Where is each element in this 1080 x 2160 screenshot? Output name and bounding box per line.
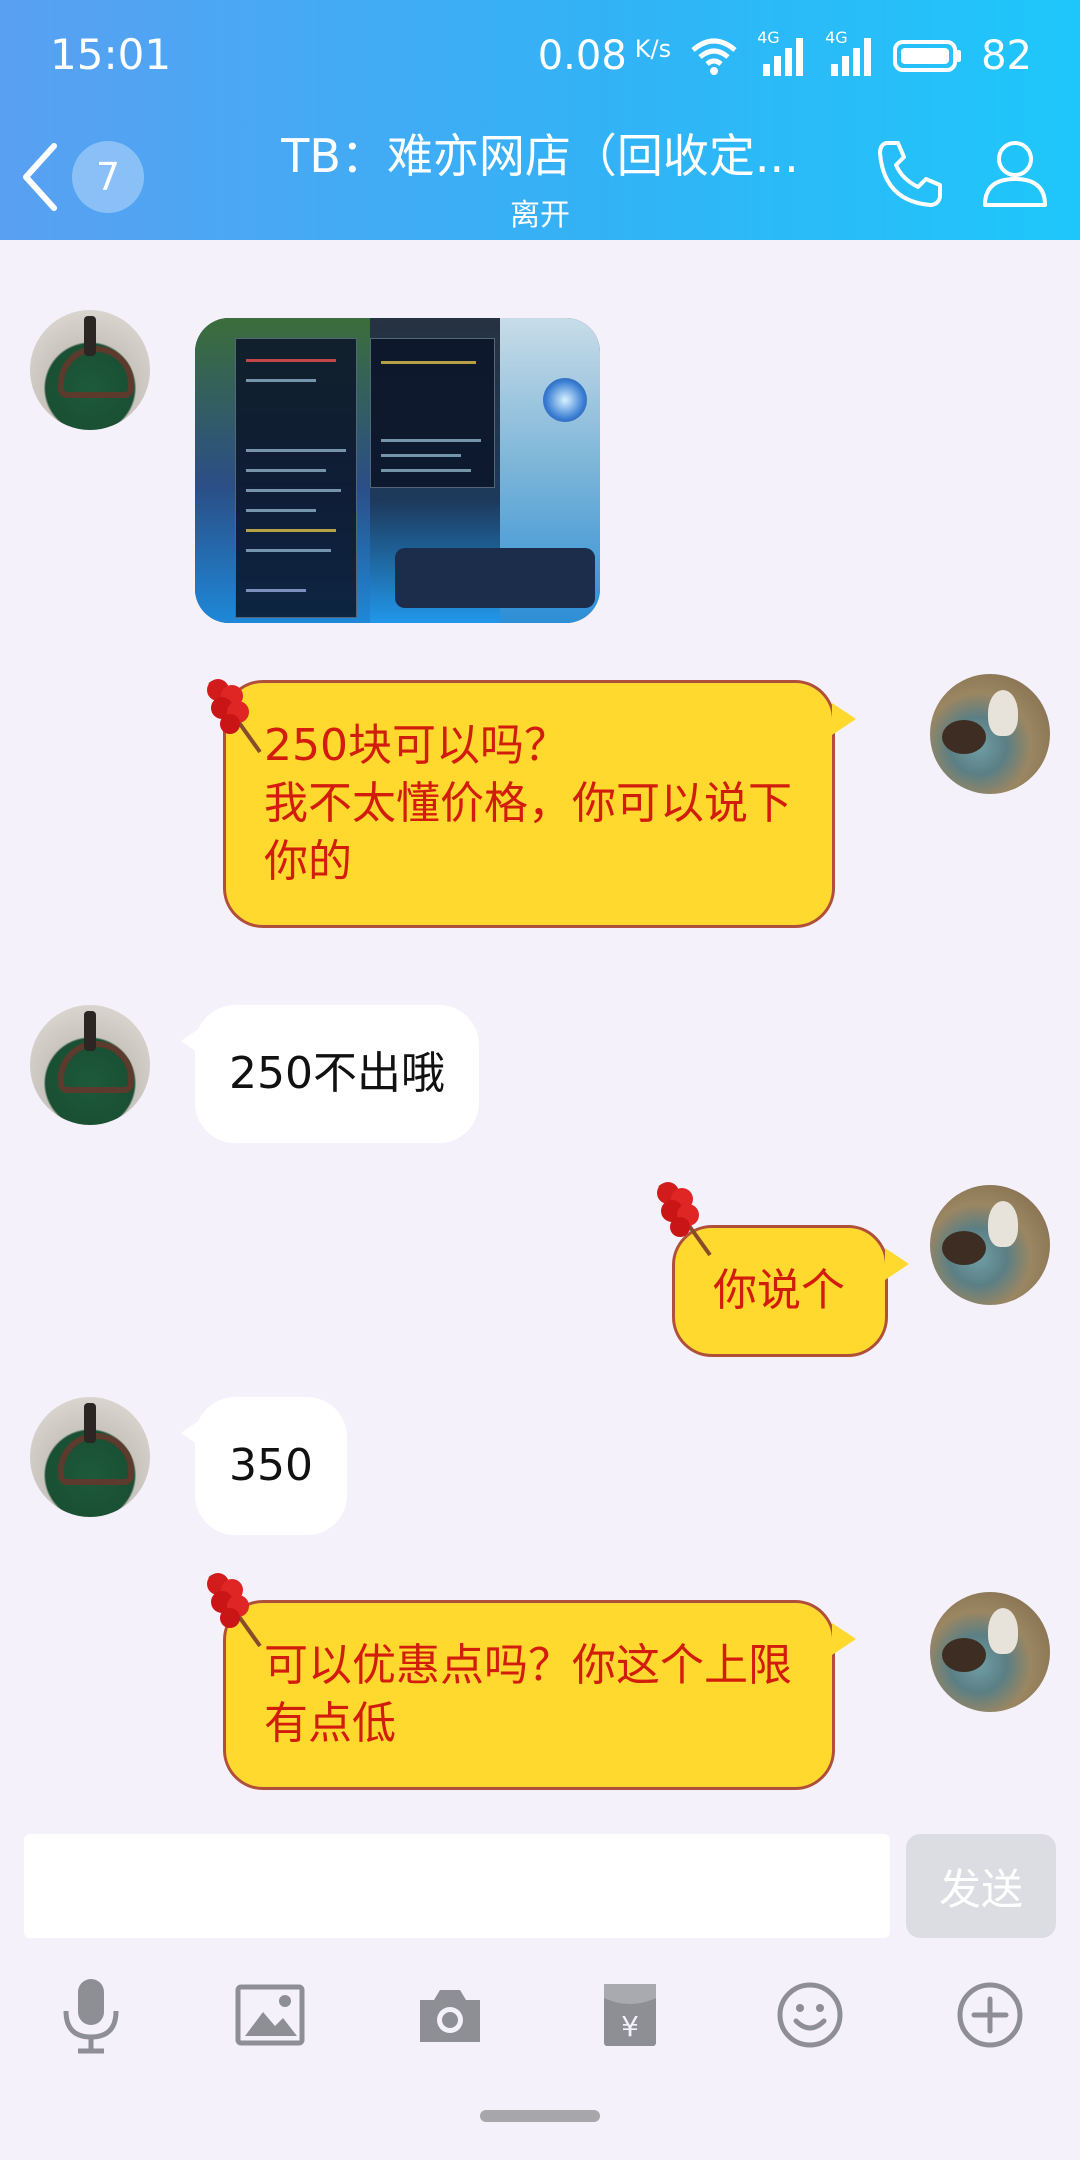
- message-list[interactable]: 250块可以吗？ 我不太懂价格，你可以说下 你的 250不出哦 你说个 350 …: [0, 240, 1080, 1810]
- chat-nav-bar: 7 TB：难亦网店（回收定... 离开: [0, 110, 1080, 240]
- image-picker-button[interactable]: [215, 1960, 325, 2070]
- image-message[interactable]: [195, 318, 600, 623]
- avatar[interactable]: [930, 1185, 1050, 1305]
- my-message-bubble[interactable]: 可以优惠点吗？你这个上限 有点低: [223, 1600, 856, 1790]
- chat-title-block[interactable]: TB：难亦网店（回收定... 离开: [270, 120, 810, 234]
- avatar[interactable]: [30, 1397, 150, 1517]
- input-toolbar: ¥: [0, 1960, 1080, 2070]
- candied-haws-icon: [207, 1573, 262, 1648]
- input-area: 发送 ¥: [0, 1810, 1080, 2160]
- battery-icon: [893, 40, 962, 72]
- profile-button[interactable]: [970, 128, 1060, 218]
- more-button[interactable]: [935, 1960, 1045, 2070]
- presence-status: 离开: [510, 198, 570, 233]
- emoji-button[interactable]: [755, 1960, 865, 2070]
- chat-title: TB：难亦网店（回收定...: [281, 129, 799, 183]
- user-icon: [983, 141, 1047, 207]
- my-message-bubble[interactable]: 250块可以吗？ 我不太懂价格，你可以说下 你的: [223, 680, 856, 928]
- signal-icon-1: 4G: [757, 28, 807, 78]
- wifi-icon: [691, 38, 737, 75]
- message-row: 350: [0, 1397, 1080, 1537]
- message-row: 你说个: [0, 1182, 1080, 1357]
- message-row: 250块可以吗？ 我不太懂价格，你可以说下 你的: [0, 674, 1080, 940]
- network-speed: 0.08 K/s: [538, 33, 671, 79]
- peer-message-bubble[interactable]: 250不出哦: [181, 1005, 479, 1143]
- message-text: 可以优惠点吗？你这个上限 有点低: [264, 1640, 792, 1749]
- red-packet-button[interactable]: ¥: [575, 1960, 685, 2070]
- unread-badge: 7: [72, 141, 144, 213]
- send-button[interactable]: 发送: [906, 1834, 1056, 1938]
- message-input[interactable]: [24, 1834, 890, 1938]
- phone-icon: [878, 141, 942, 207]
- message-text: 350: [229, 1440, 313, 1491]
- status-bar: 15:01 0.08 K/s 4G 4G 82: [0, 0, 1080, 110]
- camera-icon: [420, 1990, 480, 2042]
- status-time: 15:01: [50, 30, 172, 79]
- image-icon: [235, 1984, 305, 2046]
- avatar[interactable]: [930, 1592, 1050, 1712]
- back-button[interactable]: 7: [20, 132, 150, 222]
- voice-button[interactable]: [36, 1960, 146, 2070]
- candied-haws-icon: [207, 679, 262, 754]
- emoji-icon: [777, 1982, 843, 2048]
- chevron-left-icon: [23, 143, 57, 211]
- message-text: 你说个: [713, 1265, 845, 1316]
- plus-icon: [957, 1982, 1023, 2048]
- avatar[interactable]: [930, 674, 1050, 794]
- red-packet-icon: ¥: [604, 1984, 656, 2046]
- message-text: 250块可以吗？ 我不太懂价格，你可以说下 你的: [264, 720, 792, 887]
- status-icons: 0.08 K/s 4G 4G 82: [538, 28, 1032, 82]
- camera-button[interactable]: [395, 1960, 505, 2070]
- home-indicator[interactable]: [480, 2110, 600, 2122]
- message-row: [0, 240, 1080, 640]
- battery-level: 82: [981, 33, 1032, 79]
- svg-text:¥: ¥: [621, 2010, 639, 2043]
- avatar[interactable]: [30, 310, 150, 430]
- message-row: 可以优惠点吗？你这个上限 有点低: [0, 1573, 1080, 1792]
- header: 15:01 0.08 K/s 4G 4G 82 7 TB：难亦网店（回收定...…: [0, 0, 1080, 240]
- call-button[interactable]: [870, 128, 950, 218]
- network-speed-value: 0.08: [537, 33, 627, 79]
- peer-message-bubble[interactable]: 350: [181, 1397, 347, 1535]
- message-row: 250不出哦: [0, 1005, 1080, 1145]
- microphone-icon: [63, 1979, 119, 2054]
- candied-haws-icon: [657, 1182, 712, 1257]
- avatar[interactable]: [30, 1005, 150, 1125]
- network-speed-unit: K/s: [634, 35, 672, 63]
- signal-icon-2: 4G: [825, 28, 875, 78]
- message-text: 250不出哦: [229, 1048, 445, 1099]
